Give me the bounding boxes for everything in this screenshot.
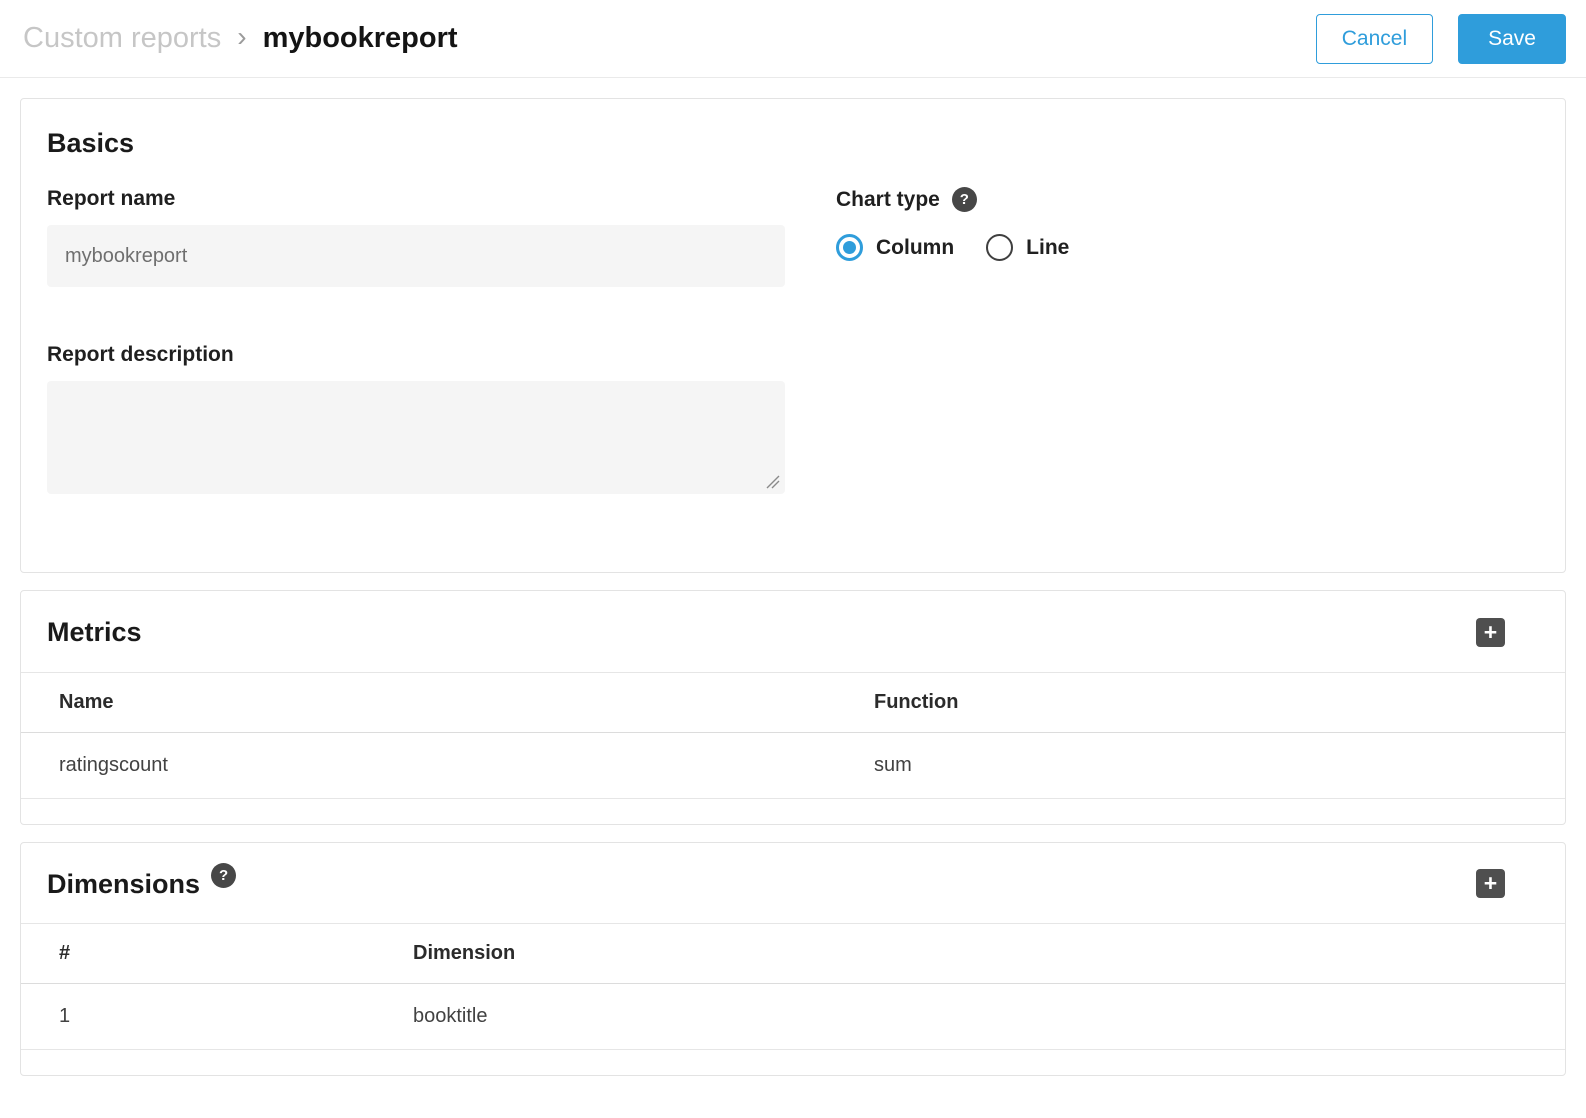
radio-column-icon[interactable] xyxy=(836,234,863,261)
chart-type-option-line[interactable]: Line xyxy=(986,234,1069,261)
report-description-wrapper xyxy=(47,381,785,494)
add-dimension-button[interactable]: + xyxy=(1476,869,1505,898)
metrics-header-row: Name Function xyxy=(21,672,1565,732)
dimensions-table: # Dimension 1 booktitle xyxy=(21,923,1565,1050)
header-actions: Cancel Save xyxy=(1316,14,1566,64)
metrics-section: Metrics + Name Function ratingscount sum xyxy=(20,590,1566,824)
metrics-column-name: Name xyxy=(21,672,874,732)
dimensions-column-dimension: Dimension xyxy=(413,924,1565,984)
main-content: Basics Report name Report description xyxy=(0,78,1586,1100)
chart-type-options: Column Line xyxy=(836,234,1539,261)
metrics-title: Metrics xyxy=(47,616,142,648)
dimensions-section: Dimensions ? + # Dimension 1 booktitle xyxy=(20,842,1566,1076)
dimension-number-cell: 1 xyxy=(21,984,413,1050)
basics-right-column: Chart type ? Column Line xyxy=(836,187,1539,494)
cancel-button[interactable]: Cancel xyxy=(1316,14,1433,64)
breadcrumb-current-report: mybookreport xyxy=(263,22,458,55)
dimensions-column-number: # xyxy=(21,924,413,984)
add-metric-button[interactable]: + xyxy=(1476,618,1505,647)
dimensions-header-row: # Dimension xyxy=(21,924,1565,984)
dimensions-help-icon[interactable]: ? xyxy=(211,863,236,888)
radio-column-label: Column xyxy=(876,236,954,260)
top-bar: Custom reports › mybookreport Cancel Sav… xyxy=(0,0,1586,78)
breadcrumb-custom-reports[interactable]: Custom reports xyxy=(23,22,221,55)
report-name-label: Report name xyxy=(47,187,785,211)
chart-type-option-column[interactable]: Column xyxy=(836,234,954,261)
chart-type-label: Chart type xyxy=(836,188,940,212)
basics-grid: Report name Report description Chart typ… xyxy=(47,187,1539,494)
metrics-title-row: Metrics xyxy=(47,616,142,648)
breadcrumb: Custom reports › mybookreport xyxy=(23,22,458,55)
metrics-row[interactable]: ratingscount sum xyxy=(21,732,1565,798)
chart-type-help-icon[interactable]: ? xyxy=(952,187,977,212)
metric-function-cell: sum xyxy=(874,732,1565,798)
save-button[interactable]: Save xyxy=(1458,14,1566,64)
metrics-column-function: Function xyxy=(874,672,1565,732)
basics-title: Basics xyxy=(47,127,1539,159)
basics-section: Basics Report name Report description xyxy=(20,98,1566,573)
radio-line-label: Line xyxy=(1026,236,1069,260)
resize-handle-icon[interactable] xyxy=(765,474,780,489)
basics-left-column: Report name Report description xyxy=(47,187,785,494)
report-name-input[interactable] xyxy=(47,225,785,287)
dimension-name-cell: booktitle xyxy=(413,984,1565,1050)
chevron-right-icon: › xyxy=(237,23,246,51)
radio-line-icon[interactable] xyxy=(986,234,1013,261)
dimensions-title-row: Dimensions ? xyxy=(47,868,236,900)
metrics-table: Name Function ratingscount sum xyxy=(21,672,1565,799)
dimensions-title: Dimensions xyxy=(47,868,200,900)
dimensions-row[interactable]: 1 booktitle xyxy=(21,984,1565,1050)
metrics-header: Metrics + xyxy=(21,591,1565,671)
dimensions-header: Dimensions ? + xyxy=(21,843,1565,923)
metric-name-cell: ratingscount xyxy=(21,732,874,798)
report-description-input[interactable] xyxy=(47,381,785,494)
page: Custom reports › mybookreport Cancel Sav… xyxy=(0,0,1586,1100)
report-description-label: Report description xyxy=(47,343,785,367)
chart-type-label-row: Chart type ? xyxy=(836,187,1539,212)
